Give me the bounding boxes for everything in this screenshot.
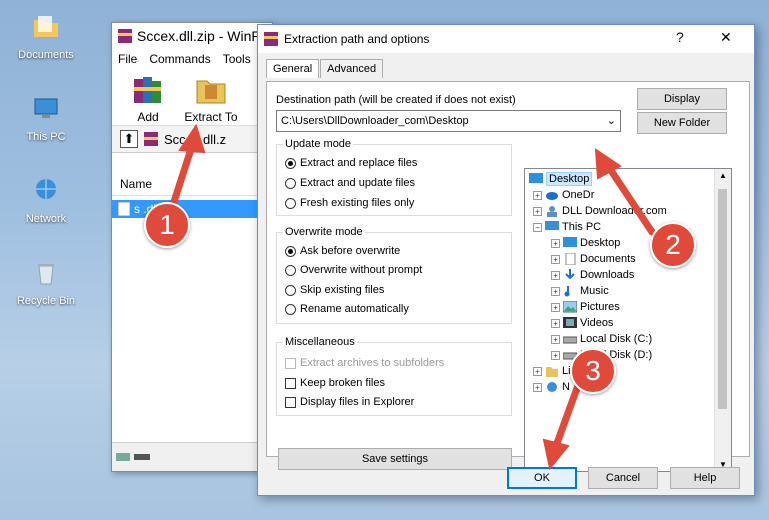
arrow-1-head — [178, 123, 206, 154]
callout-3: 3 — [570, 348, 616, 394]
arrow-3 — [552, 376, 584, 450]
annotation-arrows — [168, 123, 656, 471]
callout-2: 2 — [650, 222, 696, 268]
arrow-1 — [168, 142, 196, 212]
arrow-2 — [604, 162, 656, 236]
arrow-3-head — [542, 438, 570, 471]
callout-1: 1 — [144, 202, 190, 248]
